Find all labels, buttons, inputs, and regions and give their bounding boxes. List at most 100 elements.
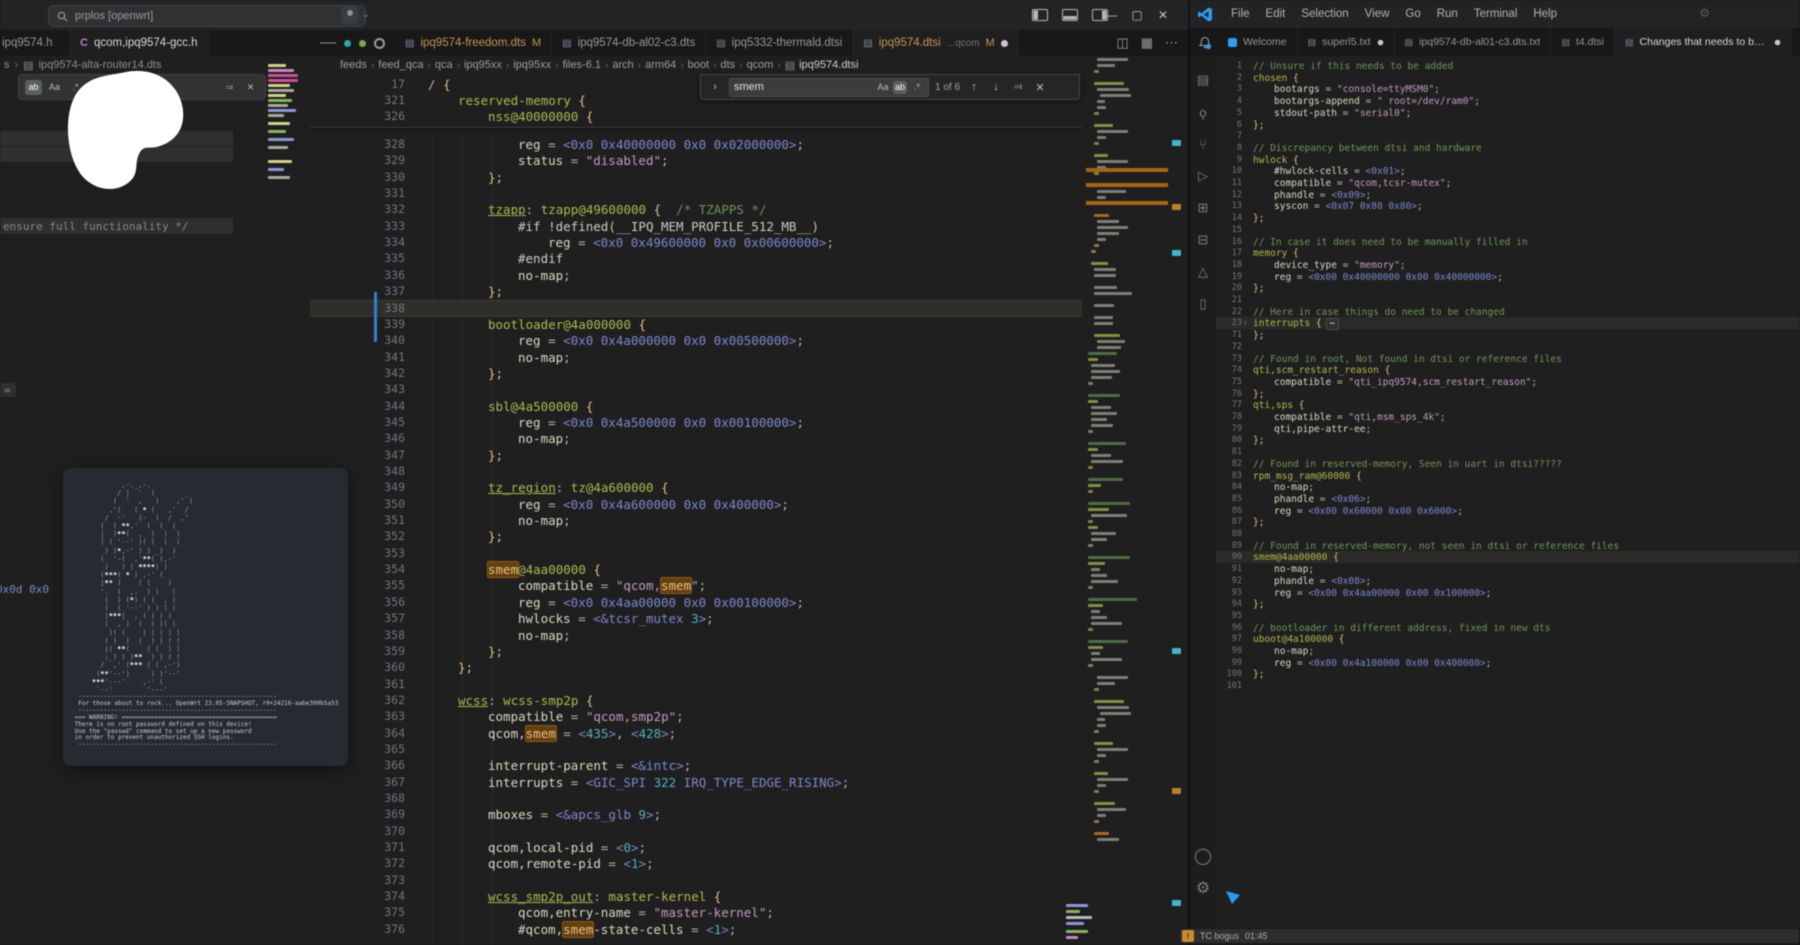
- close-button[interactable]: ✕: [1150, 0, 1176, 30]
- status-pill[interactable]: ! TC bogus 01:45: [1180, 929, 1799, 943]
- output-icon[interactable]: ▯: [1193, 294, 1213, 314]
- tab-t4.dtsi[interactable]: ▤t4.dtsi: [1551, 28, 1615, 56]
- layout-grid-icon[interactable]: ▦: [1141, 35, 1153, 51]
- command-center[interactable]: prplos [openwrt]: [48, 5, 366, 27]
- minimap-line: [1088, 400, 1098, 403]
- breadcrumb-item[interactable]: dts: [720, 59, 735, 71]
- tab-ipq9574.h[interactable]: ipq9574.h: [0, 30, 70, 56]
- token: =: [1331, 412, 1348, 423]
- dirty-dot-icon[interactable]: [1774, 39, 1780, 45]
- breadcrumb-item[interactable]: feed_qca: [378, 59, 423, 71]
- run-debug-icon[interactable]: ▷: [1193, 166, 1213, 186]
- line-number: 18: [1216, 260, 1242, 270]
- menu-terminal[interactable]: Terminal: [1466, 8, 1525, 20]
- code-line: 101: [1216, 681, 1800, 693]
- overflow-icon[interactable]: —: [320, 34, 336, 52]
- tab-qcom,ipq9574-gcc.h[interactable]: Cqcom,ipq9574-gcc.h: [70, 30, 209, 56]
- breadcrumb-item[interactable]: files-6.1: [563, 59, 602, 71]
- bell-icon[interactable]: [1198, 35, 1212, 50]
- match-case-icon[interactable]: Aa: [46, 80, 63, 95]
- dirty-dot-icon[interactable]: [1377, 39, 1383, 45]
- files-icon[interactable]: ▤: [1193, 70, 1213, 90]
- match-case-icon[interactable]: Aa: [876, 81, 890, 94]
- minimap-line: [1091, 652, 1100, 655]
- close-icon[interactable]: ✕: [1032, 81, 1048, 94]
- test-icon[interactable]: △: [1193, 262, 1213, 282]
- menu-run[interactable]: Run: [1429, 8, 1466, 20]
- regex-icon[interactable]: .*: [910, 81, 924, 94]
- breadcrumb-item[interactable]: arm64: [645, 59, 676, 71]
- gear-icon[interactable]: ⚙: [1699, 6, 1710, 20]
- breadcrumb-item[interactable]: ipq95xx: [513, 59, 551, 71]
- token: ;: [563, 350, 571, 365]
- profile-badge-icon[interactable]: [341, 6, 359, 24]
- toggle-sidebar-icon[interactable]: [1032, 9, 1048, 21]
- fold-chevron-icon[interactable]: ›: [1244, 318, 1247, 327]
- tab-label: t4.dtsi: [1576, 36, 1604, 48]
- tab-ipq9574-freedom.dts[interactable]: ▤ipq9574-freedom.dtsM: [395, 30, 552, 56]
- terminal-panel[interactable]: ,-._,-. / | ' ( _ ( ' , ) ,' ) ,'( ( * (…: [63, 468, 348, 766]
- source-control-icon[interactable]: ⑂: [1193, 134, 1213, 154]
- menu-selection[interactable]: Selection: [1293, 8, 1356, 20]
- minimap-line: [1088, 448, 1098, 451]
- find-input[interactable]: smem Aa ab .*: [729, 78, 929, 97]
- tab-ipq9574-db-al02-c3.dts[interactable]: ▤ipq9574-db-al02-c3.dts: [552, 30, 706, 56]
- code-editor-right[interactable]: 1// Unsure if this needs to be added2cho…: [1216, 56, 1800, 916]
- code-editor-main[interactable]: 17/ {321reserved-memory {326nss@40000000…: [310, 74, 1082, 945]
- breadcrumb-item[interactable]: qcom: [746, 59, 773, 71]
- breadcrumb-item[interactable]: boot: [688, 59, 709, 71]
- breadcrumb-item[interactable]: feeds: [340, 59, 367, 71]
- menu-file[interactable]: File: [1223, 8, 1258, 20]
- code-line: 344sbl@4a500000 {: [310, 399, 1082, 416]
- settings-gear-icon[interactable]: ⚙: [1193, 878, 1213, 898]
- close-icon[interactable]: ✕: [242, 80, 259, 95]
- whole-word-icon[interactable]: ab: [893, 81, 907, 94]
- menu-help[interactable]: Help: [1525, 8, 1565, 20]
- titlebar-main: prplos [openwrt] ⌄ — ▢ ✕: [0, 0, 1188, 30]
- find-in-selection-icon[interactable]: ⫤: [1010, 81, 1026, 94]
- minimap-line: [1097, 724, 1106, 727]
- minimap-main[interactable]: [1086, 58, 1168, 858]
- breadcrumb-item[interactable]: qca: [435, 59, 453, 71]
- breadcrumb-item[interactable]: ipq95xx: [464, 59, 502, 71]
- menu-view[interactable]: View: [1357, 8, 1398, 20]
- more-actions-icon[interactable]: ⋯: [1165, 35, 1178, 51]
- tab-ipq9574-db-al01-c3[interactable]: ▤ipq9574-db-al01-c3.dts.txt: [1395, 28, 1552, 56]
- breadcrumb-file[interactable]: ipq9574.dtsi: [799, 59, 858, 71]
- search-icon[interactable]: ϙ: [1193, 102, 1213, 122]
- code-text: reg = <0x00 0x60000 0x00 0x6000>;: [1274, 506, 1463, 517]
- breadcrumb-item[interactable]: s: [4, 59, 10, 71]
- tab-Welcome[interactable]: Welcome: [1218, 28, 1298, 56]
- remote-icon[interactable]: ⊟: [1193, 230, 1213, 250]
- find-toggle-icon[interactable]: ab: [25, 80, 42, 95]
- breadcrumb-item[interactable]: arch: [612, 59, 633, 71]
- find-in-selection-icon[interactable]: ⫤: [221, 80, 238, 95]
- tab-Changes that needs[interactable]: ▤Changes that needs to be added (index): [1615, 28, 1792, 56]
- next-match-icon[interactable]: ↓: [988, 81, 1004, 93]
- token: };: [1253, 435, 1264, 446]
- toggle-panel-icon[interactable]: [1062, 9, 1078, 21]
- chevron-down-icon[interactable]: ⌄: [362, 9, 370, 20]
- expand-replace-icon[interactable]: ›: [707, 81, 723, 93]
- previous-match-icon[interactable]: ↑: [966, 81, 982, 93]
- dirty-dot-icon[interactable]: [1001, 40, 1008, 47]
- avatar-ring-icon[interactable]: [374, 38, 385, 49]
- tab-ipq9574.dtsi[interactable]: ▤ipq9574.dtsi...qcomM: [853, 30, 1018, 56]
- line-number: 370: [310, 824, 405, 838]
- minimize-button[interactable]: —: [1098, 0, 1124, 30]
- account-icon[interactable]: ◯: [1193, 846, 1213, 866]
- breadcrumb-main[interactable]: feeds›feed_qca›qca›ipq95xx›ipq95xx›files…: [340, 56, 1082, 74]
- overview-ruler[interactable]: [1168, 58, 1186, 938]
- menu-go[interactable]: Go: [1397, 8, 1428, 20]
- minimap[interactable]: [268, 60, 302, 200]
- tab-ipq5332-thermald.dtsi[interactable]: ▤ipq5332-thermald.dtsi: [706, 30, 853, 56]
- extensions-icon[interactable]: ⊞: [1193, 198, 1213, 218]
- restore-button[interactable]: ▢: [1124, 0, 1150, 30]
- tab-superl5.txt[interactable]: ▤superl5.txt: [1298, 28, 1395, 56]
- token: =: [563, 153, 586, 168]
- code-text: };: [1253, 120, 1264, 131]
- menu-edit[interactable]: Edit: [1258, 8, 1294, 20]
- minimap-line: [268, 89, 294, 92]
- split-editor-icon[interactable]: ◫: [1116, 35, 1128, 51]
- minimap-line: [1097, 232, 1119, 235]
